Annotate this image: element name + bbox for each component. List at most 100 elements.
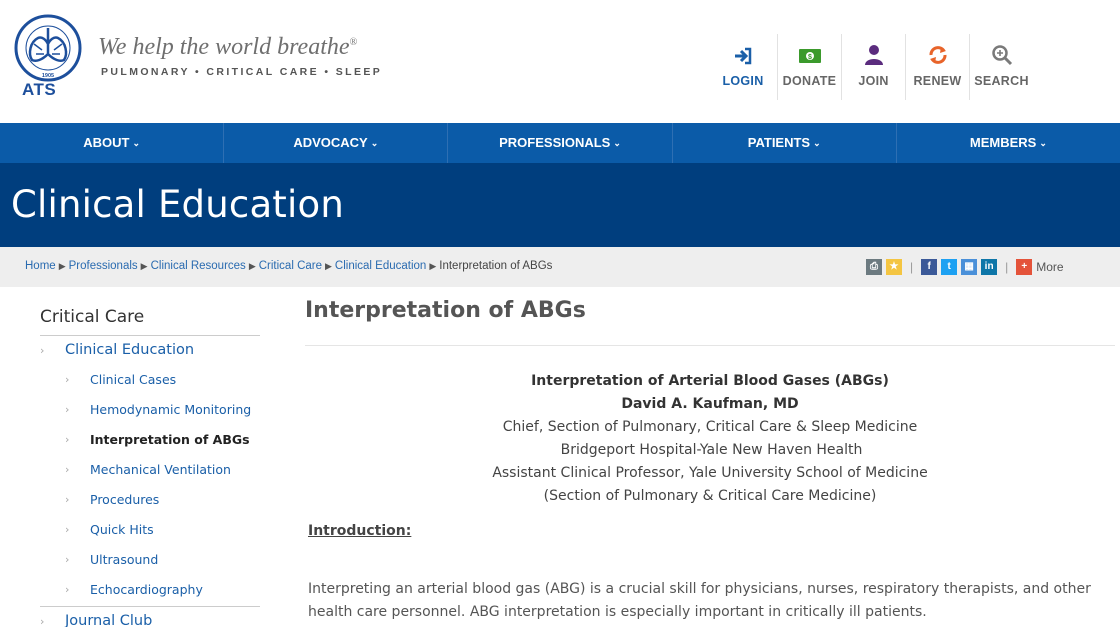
sidebar-divider <box>40 335 260 336</box>
sidebar-item-hemodynamic-monitoring[interactable]: › Hemodynamic Monitoring <box>65 402 251 417</box>
search-label: SEARCH <box>974 74 1029 88</box>
sidebar-item-mechanical-ventilation[interactable]: › Mechanical Ventilation <box>65 462 231 477</box>
breadcrumb-home[interactable]: Home <box>25 260 56 272</box>
sidebar-item-label: Quick Hits <box>90 522 154 537</box>
linkedin-icon[interactable]: in <box>981 259 998 275</box>
sidebar-item-label: Ultrasound <box>90 552 159 567</box>
arrow-right-icon: ▶ <box>248 261 256 271</box>
sidebar-item-label: Hemodynamic Monitoring <box>90 402 252 417</box>
author-affiliation: Bridgeport Hospital-Yale New Haven Healt… <box>560 442 863 458</box>
sidebar-item-label: Clinical Education <box>65 342 195 358</box>
title-divider <box>305 345 1115 346</box>
nav-professionals[interactable]: PROFESSIONALS ⌄ <box>448 123 673 163</box>
article-heading: Interpretation of Arterial Blood Gases (… <box>531 373 889 389</box>
chevron-down-icon: ⌄ <box>813 138 821 148</box>
page-banner: Clinical Education <box>0 163 1120 247</box>
share-more-label[interactable]: More <box>1036 260 1063 274</box>
nav-about-label: ABOUT <box>83 135 130 150</box>
renew-label: RENEW <box>913 74 962 88</box>
star-icon[interactable]: ★ <box>886 259 902 275</box>
login-link[interactable]: LOGIN <box>711 34 775 100</box>
chevron-down-icon: ⌄ <box>370 138 379 148</box>
sidebar-divider <box>40 606 260 607</box>
sidebar-item-quick-hits[interactable]: › Quick Hits <box>65 522 154 537</box>
nav-members[interactable]: MEMBERS ⌄ <box>897 123 1120 163</box>
page-title: Interpretation of ABGs <box>305 298 586 323</box>
article-header: Interpretation of Arterial Blood Gases (… <box>305 373 1115 511</box>
author-affiliation: Chief, Section of Pulmonary, Critical Ca… <box>502 419 918 435</box>
chevron-right-icon: › <box>40 344 45 357</box>
sidebar-item-echocardiography[interactable]: › Echocardiography <box>65 582 203 597</box>
chevron-right-icon: › <box>65 523 70 536</box>
arrow-right-icon: ▶ <box>325 261 332 271</box>
renew-link[interactable]: RENEW <box>905 34 969 100</box>
nav-advocacy[interactable]: ADVOCACY ⌄ <box>224 123 449 163</box>
ats-logo-text[interactable]: ATS <box>22 80 56 100</box>
divider: | <box>910 260 914 274</box>
breadcrumb-clinical-education[interactable]: Clinical Education <box>335 260 426 272</box>
join-link[interactable]: JOIN <box>841 34 905 100</box>
tagline: We help the world breathe® <box>98 34 357 61</box>
breadcrumb-clinical-resources[interactable]: Clinical Resources <box>151 260 246 272</box>
breadcrumb-professionals[interactable]: Professionals <box>69 260 138 272</box>
nav-patients[interactable]: PATIENTS ⌄ <box>673 123 897 163</box>
chevron-down-icon: ⌄ <box>1039 138 1047 148</box>
svg-text:1905: 1905 <box>42 73 54 79</box>
sidebar-item-clinical-cases[interactable]: › Clinical Cases <box>65 372 176 387</box>
intro-paragraph: Interpreting an arterial blood gas (ABG)… <box>308 581 1091 620</box>
chevron-right-icon: › <box>65 583 70 596</box>
chevron-down-icon: ⌄ <box>613 138 621 148</box>
search-link[interactable]: SEARCH <box>969 34 1033 100</box>
renew-icon <box>906 42 969 72</box>
delicious-icon[interactable]: ▦ <box>961 259 978 275</box>
nav-about[interactable]: ABOUT ⌄ <box>0 123 225 163</box>
facebook-icon[interactable]: f <box>921 259 938 275</box>
share-toolbar: ⎙ ★ | f t ▦ in | + More <box>866 259 1064 275</box>
join-label: JOIN <box>858 74 889 88</box>
arrow-right-icon: ▶ <box>58 261 66 271</box>
login-icon <box>711 42 775 72</box>
chevron-right-icon: › <box>65 373 70 386</box>
svg-text:$: $ <box>808 54 812 61</box>
chevron-right-icon: › <box>65 553 70 566</box>
author-affiliation: Assistant Clinical Professor, Yale Unive… <box>492 465 928 481</box>
chevron-down-icon: ⌄ <box>132 138 140 148</box>
sidebar-title[interactable]: Critical Care <box>40 307 144 327</box>
nav-patients-label: PATIENTS <box>747 135 811 150</box>
breadcrumb-current: Interpretation of ABGs <box>439 260 553 272</box>
sidebar-item-interpretation-of-abgs[interactable]: › Interpretation of ABGs <box>65 432 250 447</box>
sidebar-item-label: Clinical Cases <box>90 372 177 387</box>
sidebar-item-procedures[interactable]: › Procedures <box>65 492 159 507</box>
site-header: 1905 ATS We help the world breathe® PULM… <box>0 0 1120 123</box>
tagline-text: We help the world breathe <box>98 34 350 60</box>
donate-icon: $ <box>778 42 841 72</box>
breadcrumb-bar: Home ▶ Professionals ▶ Clinical Resources ▶ Cr… <box>0 247 1120 287</box>
donate-link[interactable]: $ DONATE <box>777 34 841 100</box>
chevron-right-icon: › <box>65 493 70 506</box>
person-icon <box>842 42 905 72</box>
nav-members-label: MEMBERS <box>969 135 1037 150</box>
tagline-sub: PULMONARY • CRITICAL CARE • SLEEP <box>101 66 383 78</box>
twitter-icon[interactable]: t <box>941 259 958 275</box>
registered-mark: ® <box>349 37 358 48</box>
search-icon <box>970 42 1033 72</box>
main-nav: ABOUT ⌄ ADVOCACY ⌄ PROFESSIONALS ⌄ PATIENTS… <box>0 123 1120 163</box>
nav-advocacy-label: ADVOCACY <box>293 135 368 150</box>
chevron-right-icon: › <box>65 403 70 416</box>
nav-professionals-label: PROFESSIONALS <box>499 135 611 150</box>
breadcrumb-critical-care[interactable]: Critical Care <box>259 260 322 272</box>
login-label: LOGIN <box>722 74 764 88</box>
article-author: David A. Kaufman, MD <box>621 396 799 412</box>
arrow-right-icon: ▶ <box>140 261 148 271</box>
sidebar-item-label: Mechanical Ventilation <box>90 462 231 477</box>
sidebar-item-clinical-education[interactable]: › Clinical Education <box>40 342 194 358</box>
sidebar-item-ultrasound[interactable]: › Ultrasound <box>65 552 158 567</box>
author-affiliation: (Section of Pulmonary & Critical Care Me… <box>543 488 877 504</box>
banner-title: Clinical Education <box>11 183 344 226</box>
sidebar-item-journal-club[interactable]: › Journal Club <box>40 613 152 627</box>
plus-icon[interactable]: + <box>1016 259 1033 275</box>
print-icon[interactable]: ⎙ <box>866 259 882 275</box>
sidebar-item-label: Echocardiography <box>90 582 203 597</box>
donate-label: DONATE <box>782 74 837 88</box>
chevron-right-icon: › <box>65 463 70 476</box>
